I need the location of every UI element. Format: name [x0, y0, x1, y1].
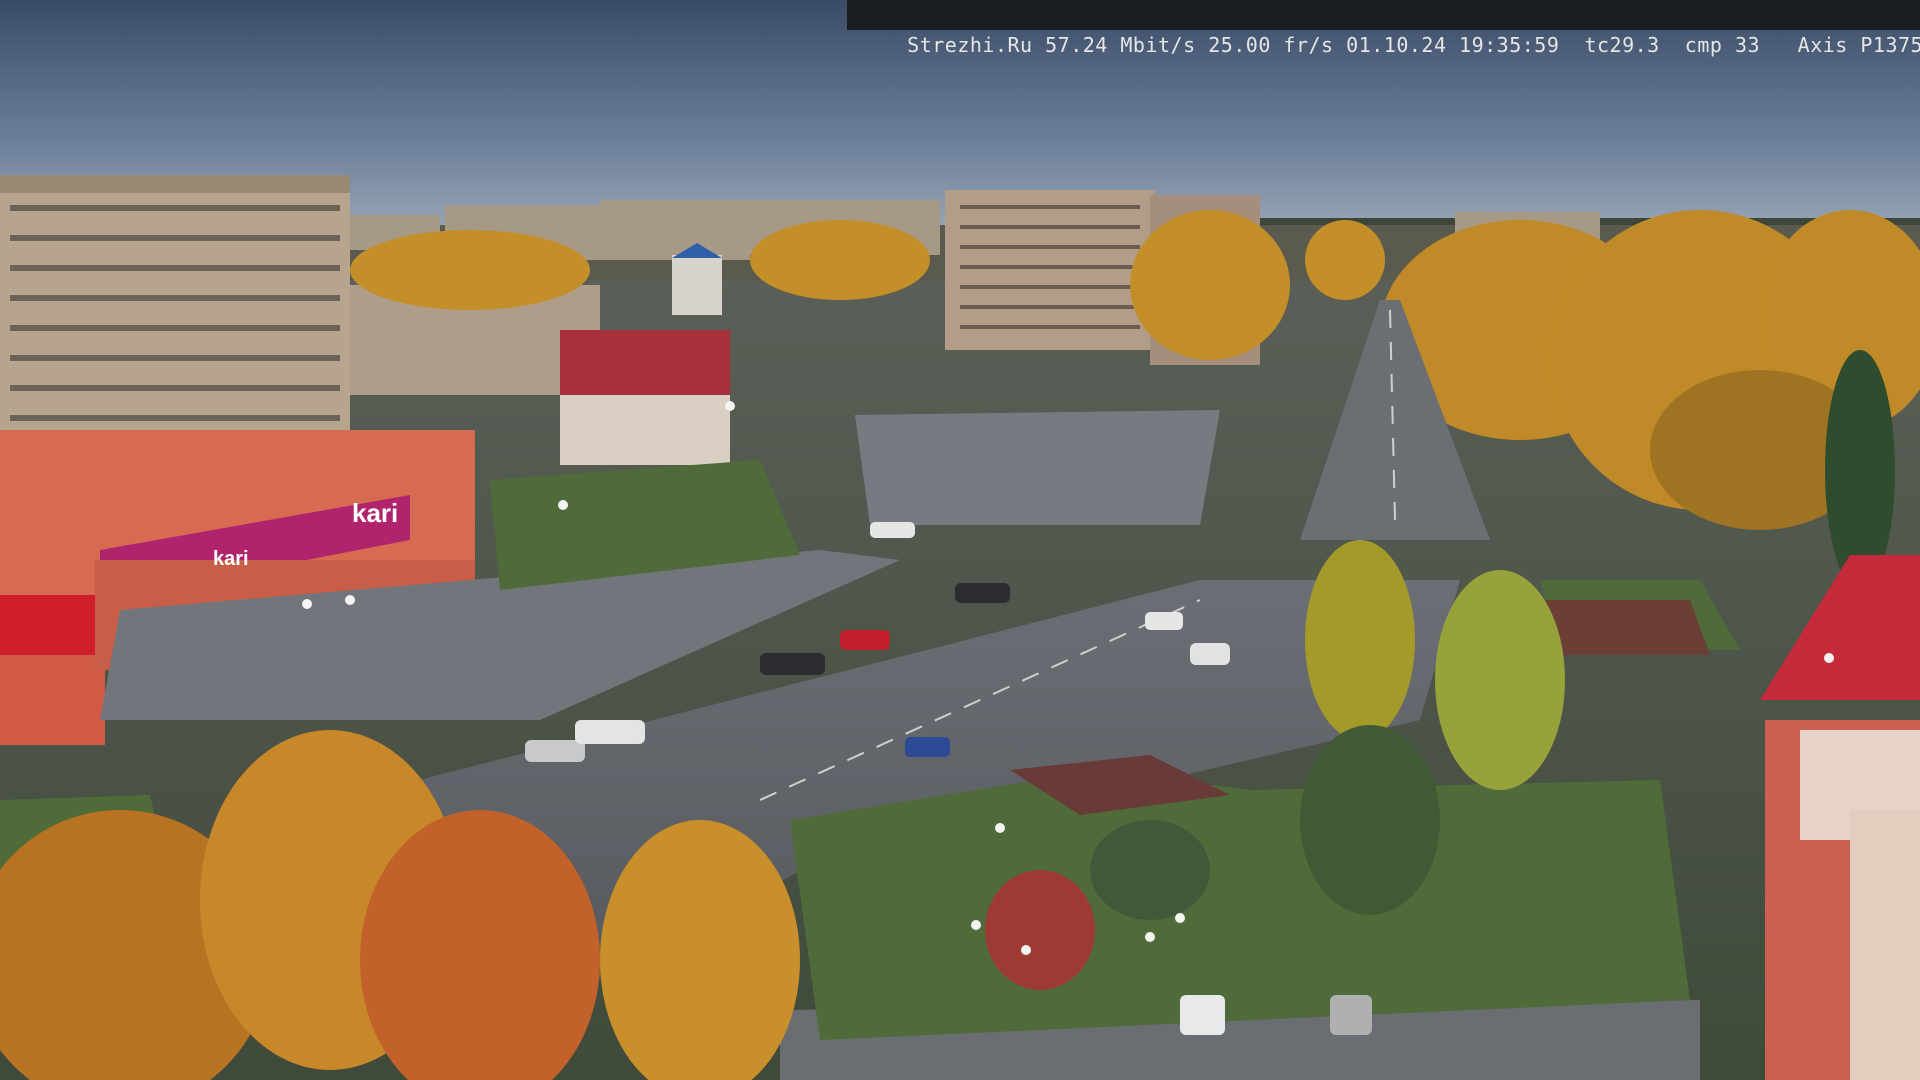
osd-tc: tc29.3 — [1584, 33, 1660, 57]
osd-camera-model: Axis P1375 — [1797, 33, 1920, 57]
osd-time: 19:35:59 — [1459, 33, 1560, 57]
osd-cmp: cmp 33 — [1684, 33, 1761, 57]
kari-sign: kari — [352, 498, 398, 528]
webcam-scene: kari kari — [0, 0, 1920, 1080]
osd-site: Strezhi.Ru — [907, 33, 1033, 57]
blue-tower — [672, 255, 722, 315]
osd-bitrate: 57.24 Mbit/s — [1045, 33, 1196, 57]
kari-banner: kari — [213, 548, 249, 570]
camera-frame: kari kari Strezhi.Ru 57.24 Mbit/s 25.00 … — [0, 0, 1920, 1080]
osd-date: 01.10.24 — [1346, 33, 1447, 57]
plaza — [855, 410, 1220, 525]
camera-osd-overlay: Strezhi.Ru 57.24 Mbit/s 25.00 fr/s 01.10… — [847, 0, 1920, 57]
osd-framerate: 25.00 fr/s — [1208, 33, 1334, 57]
red-roof-building — [560, 330, 730, 400]
